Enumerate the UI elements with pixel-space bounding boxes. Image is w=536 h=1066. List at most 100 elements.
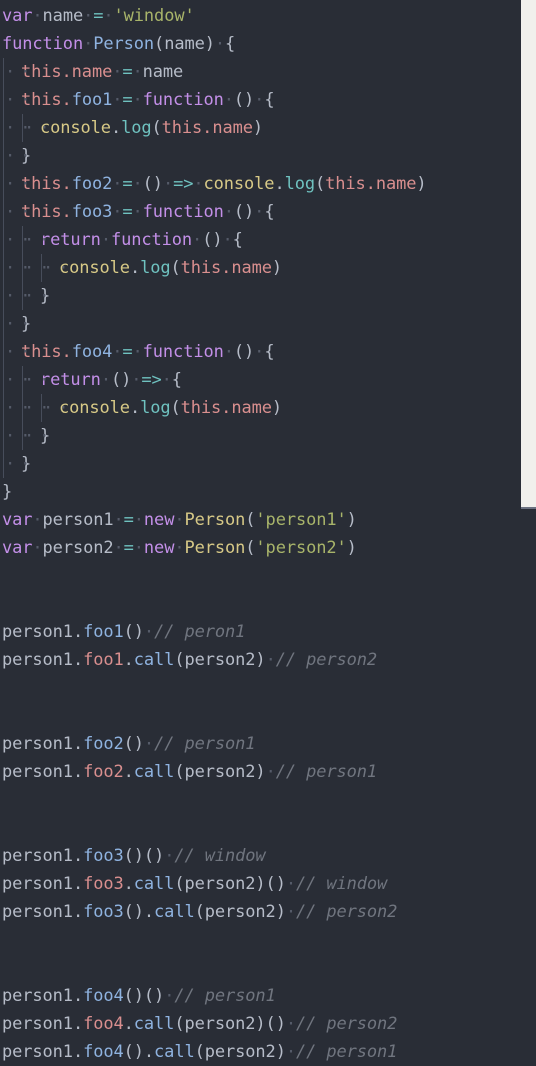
code-token-meth: log [140, 398, 171, 418]
code-token-plain: { [225, 34, 236, 54]
code-line[interactable] [2, 590, 536, 618]
code-line[interactable]: console.log(this.name) [2, 394, 536, 422]
code-line[interactable]: var·person1·=·new·Person('person1') [2, 506, 536, 534]
code-line[interactable]: person1.foo3.call(person2)()·// window [2, 870, 536, 898]
code-token-dot: · [193, 174, 204, 194]
code-token-plain: ( [151, 118, 162, 138]
code-token-cmt: // window [295, 874, 388, 894]
code-line[interactable]: } [2, 310, 536, 338]
indent-guide [21, 366, 54, 394]
code-line[interactable] [2, 562, 536, 590]
code-line[interactable] [2, 786, 536, 814]
indent-guide [21, 282, 54, 310]
code-token-plain: { [171, 370, 182, 390]
code-token-op: = [122, 90, 133, 110]
code-line[interactable]: this.foo1·=·function·()·{ [2, 86, 536, 114]
code-line[interactable]: person1.foo4.call(person2)()·// person2 [2, 1010, 536, 1038]
code-token-fn: foo4 [71, 342, 113, 362]
code-line[interactable]: var·person2·=·new·Person('person2') [2, 534, 536, 562]
code-token-plain: person1 [2, 762, 73, 782]
code-token-dot: · [254, 342, 265, 362]
code-token-plain: name [164, 34, 205, 54]
code-token-dot: · [32, 538, 43, 558]
code-line[interactable]: person1.foo3()()·// window [2, 842, 536, 870]
code-token-plain: person2 [184, 650, 256, 670]
code-token-cmt: // person2 [275, 650, 378, 670]
code-token-dot: · [112, 174, 123, 194]
code-line[interactable] [2, 702, 536, 730]
code-token-dot: · [132, 90, 143, 110]
code-token-dot: · [100, 370, 111, 390]
code-token-plain: name [142, 62, 184, 82]
code-line[interactable]: person1.foo2()·// person1 [2, 730, 536, 758]
code-token-kw: var [2, 538, 33, 558]
indent-guide [2, 114, 35, 142]
code-token-plain: person1 [2, 986, 73, 1006]
code-line[interactable]: var·name·=·'window' [2, 2, 536, 30]
code-token-kw: function [2, 34, 84, 54]
code-token-plain: ( [174, 762, 185, 782]
code-token-plain: ) [346, 538, 357, 558]
code-token-dot: · [164, 986, 175, 1006]
code-line[interactable]: person1.foo2.call(person2)·// person1 [2, 758, 536, 786]
code-line[interactable]: person1.foo4()()·// person1 [2, 982, 536, 1010]
code-line[interactable]: this.foo4·=·function·()·{ [2, 338, 536, 366]
code-token-plain: ) [255, 762, 266, 782]
code-token-dot: · [285, 1042, 296, 1062]
indent-guide [2, 142, 35, 170]
code-token-dot: · [174, 510, 185, 530]
code-line[interactable] [2, 674, 536, 702]
code-line[interactable] [2, 926, 536, 954]
code-token-plain: person1 [2, 734, 73, 754]
code-line[interactable]: } [2, 282, 536, 310]
code-token-dot: · [112, 342, 123, 362]
code-line[interactable]: person1.foo3().call(person2)·// person2 [2, 898, 536, 926]
code-token-plain: . [110, 118, 122, 138]
code-token-plain: ) [275, 1042, 286, 1062]
code-line[interactable]: person1.foo1()·// peron1 [2, 618, 536, 646]
code-line[interactable] [2, 954, 536, 982]
code-line[interactable]: console.log(this.name) [2, 114, 536, 142]
code-line[interactable]: this.foo2·=·()·=>·console.log(this.name) [2, 170, 536, 198]
code-line[interactable]: console.log(this.name) [2, 254, 536, 282]
code-token-plain: ( [194, 1042, 205, 1062]
code-line[interactable]: } [2, 422, 536, 450]
code-token-dot: · [112, 62, 123, 82]
code-token-fn: foo3 [83, 902, 124, 922]
code-token-dot: · [174, 538, 185, 558]
code-token-dot: · [254, 90, 265, 110]
code-token-plain: . [72, 650, 84, 670]
code-token-plain: . [274, 174, 285, 194]
code-line[interactable]: } [2, 478, 536, 506]
code-line[interactable] [2, 814, 536, 842]
code-block[interactable]: var·name·=·'window' function·Person(name)… [0, 0, 536, 1066]
code-line[interactable]: } [2, 142, 536, 170]
code-line[interactable]: function·Person(name)·{ [2, 30, 536, 58]
code-token-dot: · [162, 174, 174, 194]
code-token-plain: ()() [123, 846, 165, 866]
code-token-cmt: // person2 [295, 902, 398, 922]
code-token-fn: foo2 [83, 734, 124, 754]
code-line[interactable]: return·()·=>·{ [2, 366, 536, 394]
code-token-dot: · [192, 230, 203, 250]
code-token-plain: person2 [184, 762, 256, 782]
code-token-plain: person1 [2, 1014, 73, 1034]
code-token-kw: var [2, 6, 33, 26]
code-line[interactable]: person1.foo1.call(person2)·// person2 [2, 646, 536, 674]
code-line[interactable]: } [2, 450, 536, 478]
code-token-cmt: // window [174, 846, 266, 866]
code-line[interactable]: return·function·()·{ [2, 226, 536, 254]
code-line[interactable]: person1.foo4().call(person2)·// person1 [2, 1038, 536, 1066]
code-token-plain: ) [204, 34, 215, 54]
code-token-plain: () [233, 90, 255, 110]
indent-guide [2, 282, 35, 310]
code-token-kw: function [142, 202, 224, 222]
code-line[interactable]: this.foo3·=·function·()·{ [2, 198, 536, 226]
code-token-fn: call [133, 874, 175, 894]
code-token-dot: · [131, 370, 142, 390]
indent-guide [2, 450, 35, 478]
code-line[interactable]: this.name·=·name [2, 58, 536, 86]
code-token-cmt: // person1 [154, 734, 256, 754]
code-token-prop: this.name [180, 398, 272, 418]
indent-guide [2, 170, 35, 198]
